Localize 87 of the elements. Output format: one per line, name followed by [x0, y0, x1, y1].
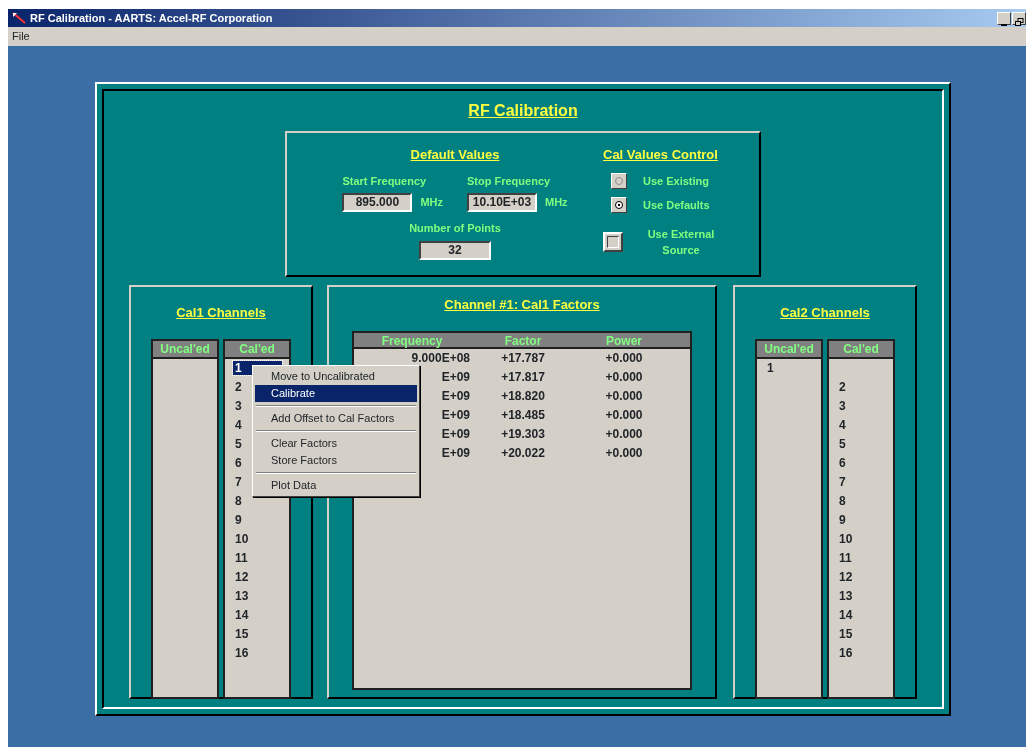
panel-title: Cal2 Channels: [780, 304, 870, 322]
list-item[interactable]: 14: [233, 607, 251, 622]
list-item[interactable]: 14: [837, 607, 855, 622]
list-item[interactable]: 3: [233, 398, 244, 413]
section-title: Default Values: [410, 146, 500, 164]
radio-button[interactable]: [611, 172, 627, 189]
column-header: Cal'ed: [829, 340, 893, 359]
list-item[interactable]: 13: [233, 588, 251, 603]
list-item[interactable]: 15: [837, 626, 855, 641]
list-item[interactable]: 2: [233, 379, 244, 394]
list-item[interactable]: 8: [837, 493, 848, 508]
list-item[interactable]: 9: [837, 512, 848, 527]
window-title: RF Calibration - AARTS: Accel-RF Corporation: [30, 10, 273, 26]
table-cell: +17.787: [501, 350, 545, 365]
list-item[interactable]: 10: [837, 531, 855, 546]
form-title: RF Calibration: [468, 101, 578, 121]
table-cell: +0.000: [605, 369, 643, 384]
field-label: Number of Points: [409, 221, 501, 236]
list-item[interactable]: 4: [837, 417, 848, 432]
column-header: Factor: [503, 332, 543, 347]
list-item[interactable]: 2: [837, 379, 848, 394]
list-item[interactable]: 5: [233, 436, 244, 451]
app-icon: [11, 11, 27, 25]
table-cell: E+09: [441, 388, 470, 403]
table-cell: 9.000E+08: [411, 350, 470, 365]
text-field[interactable]: 32: [419, 240, 491, 260]
table-cell: E+09: [441, 445, 470, 460]
panel-title: Channel #1: Cal1 Factors: [444, 296, 600, 314]
option-label: Use Existing: [643, 173, 710, 189]
column-header: Cal'ed: [225, 340, 289, 359]
table-cell: +0.000: [605, 350, 643, 365]
table-cell: +20.022: [501, 445, 545, 460]
list-item[interactable]: 10: [233, 531, 251, 546]
list-item[interactable]: 8: [233, 493, 244, 508]
column-header: Uncal'ed: [153, 340, 217, 359]
option-label: Use Defaults: [643, 198, 710, 213]
list-item[interactable]: 9: [233, 512, 244, 527]
panel-title: Cal1 Channels: [176, 304, 266, 322]
list-item[interactable]: 15: [233, 626, 251, 641]
table-cell: +17.817: [501, 369, 545, 384]
table-cell: +18.820: [501, 388, 545, 403]
menu-item[interactable]: File: [12, 28, 30, 45]
list-item[interactable]: 11: [837, 550, 854, 565]
column-header: Uncal'ed: [757, 340, 821, 359]
list-item[interactable]: 12: [837, 569, 855, 584]
menu-item[interactable]: Clear Factors: [255, 435, 417, 452]
text-field[interactable]: 895.000: [342, 193, 413, 212]
checkbox-label: Use External Source: [646, 226, 716, 258]
table-cell: +18.485: [501, 407, 545, 422]
menu-item[interactable]: Calibrate: [255, 385, 417, 402]
menu-item[interactable]: Move to Uncalibrated: [255, 368, 417, 385]
field-label: Start Frequency: [342, 173, 428, 189]
menu-item[interactable]: Plot Data: [255, 477, 417, 494]
unit-label: MHz: [420, 195, 443, 211]
list-item[interactable]: 16: [837, 645, 855, 660]
field-label: Stop Frequency: [467, 173, 552, 189]
table-cell: +19.303: [501, 426, 545, 441]
table-cell: +0.000: [605, 388, 643, 403]
column-header: Power: [605, 332, 643, 347]
list-item[interactable]: 12: [233, 569, 251, 584]
list-item[interactable]: 11: [233, 550, 250, 565]
list-item[interactable]: 1: [765, 360, 776, 375]
list-item[interactable]: 16: [233, 645, 251, 660]
list-item[interactable]: 5: [837, 436, 848, 451]
list-item[interactable]: 3: [837, 398, 848, 413]
radio-button[interactable]: [611, 197, 627, 214]
checkbox[interactable]: [603, 232, 623, 252]
table-cell: +0.000: [605, 407, 643, 422]
table-cell: E+09: [441, 369, 470, 384]
menu-item[interactable]: Store Factors: [255, 452, 417, 469]
list-item[interactable]: 13: [837, 588, 855, 603]
menu-item[interactable]: Add Offset to Cal Factors: [255, 410, 417, 427]
restore-button[interactable]: [1012, 11, 1026, 25]
minimize-button[interactable]: [997, 11, 1011, 25]
table-cell: +0.000: [605, 426, 643, 441]
list-item[interactable]: 7: [233, 474, 244, 489]
list-item[interactable]: 7: [837, 474, 848, 489]
table-cell: E+09: [441, 426, 470, 441]
table-cell: +0.000: [605, 445, 643, 460]
section-title: Cal Values Control: [603, 146, 719, 164]
unit-label: MHz: [545, 195, 568, 211]
table-cell: E+09: [441, 407, 470, 422]
list-item[interactable]: 6: [837, 455, 848, 470]
list-item[interactable]: 6: [233, 455, 244, 470]
list-item[interactable]: 4: [233, 417, 244, 432]
column-header: Frequency: [380, 332, 444, 347]
text-field[interactable]: 10.10E+03: [467, 193, 537, 212]
